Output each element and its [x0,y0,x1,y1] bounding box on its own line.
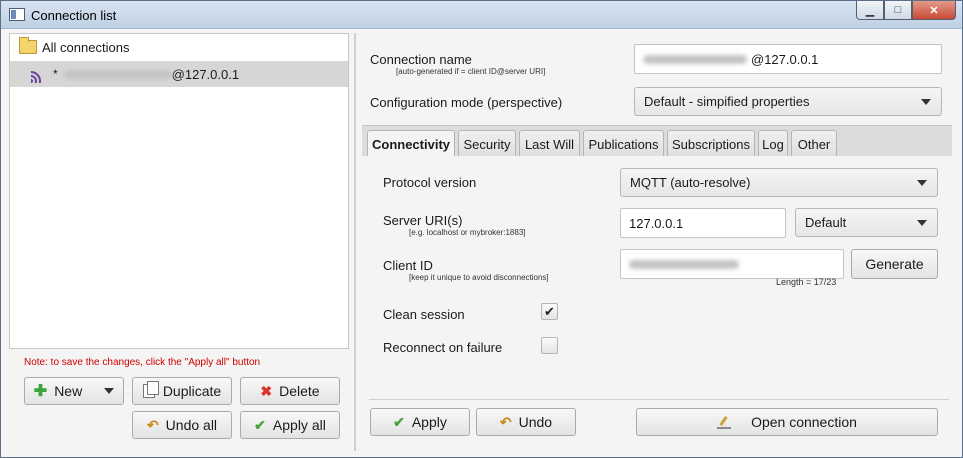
chevron-down-icon [917,180,927,186]
close-button[interactable]: ✕ [912,1,956,20]
plus-icon: ✚ [33,383,48,400]
new-button-label: New [54,383,83,399]
client-id-input[interactable] [620,249,844,279]
connection-name-hint: [auto-generated if = client ID@server UR… [396,67,546,76]
tree-item-all-connections[interactable]: All connections [10,34,348,60]
apply-all-button-label: Apply all [272,417,326,433]
maximize-button[interactable]: □ [884,1,912,20]
redacted-client-id [643,54,747,64]
apply-button[interactable]: ✔ Apply [370,408,470,436]
clean-session-checkbox[interactable]: ✔ [541,303,558,320]
delete-button[interactable]: ✖ Delete [240,377,340,405]
window-title: Connection list [31,8,117,23]
undo-button-label: Undo [518,414,553,430]
server-uri-label: Server URI(s) [383,213,463,228]
settings-tabs: Connectivity Security Last Will Publicat… [362,125,952,158]
configuration-mode-select[interactable]: Default - simpified properties [634,87,942,116]
check-icon: ✔ [254,416,266,433]
delete-icon: ✖ [260,382,273,399]
protocol-version-value: MQTT (auto-resolve) [630,175,751,190]
new-button[interactable]: ✚ New [24,377,124,405]
connection-details-panel: Connection name [auto-generated if = cli… [359,31,959,455]
client-id-length: Length = 17/23 [776,277,837,287]
protocol-version-label: Protocol version [383,175,477,190]
tab-connectivity[interactable]: Connectivity [367,130,455,158]
connection-name-field[interactable]: @127.0.0.1 [634,44,942,74]
panel-splitter[interactable] [354,33,356,451]
connectivity-tab-panel: Protocol version MQTT (auto-resolve) Ser… [362,156,952,402]
server-uri-input[interactable]: 127.0.0.1 [620,208,786,238]
duplicate-icon [142,381,159,398]
server-type-value: Default [805,215,847,230]
chevron-down-icon [917,220,927,226]
connection-signal-icon [30,65,48,83]
open-connection-button[interactable]: Open connection [636,408,938,436]
apply-button-label: Apply [411,414,447,430]
tree-item-connection-host: @127.0.0.1 [171,66,240,82]
redacted-client-id [63,69,172,79]
check-icon: ✔ [544,303,555,319]
minimize-button[interactable]: ▁ [856,1,884,20]
plug-icon [717,415,732,429]
connections-panel: All connections * @127.0.0.1 Note: to sa… [9,33,349,451]
tab-publications[interactable]: Publications [583,130,664,157]
connection-list-window: Connection list ▁ □ ✕ All connections * … [0,0,963,458]
server-uri-hint: [e.g. localhost or mybroker:1883] [409,228,526,237]
chevron-down-icon [104,388,115,394]
tab-log[interactable]: Log [758,130,788,157]
open-connection-button-label: Open connection [751,414,857,430]
duplicate-button[interactable]: Duplicate [132,377,232,405]
undo-icon: ↶ [499,413,512,430]
chevron-down-icon [921,99,931,105]
connection-name-value: @127.0.0.1 [751,51,819,67]
reconnect-on-failure-checkbox[interactable] [541,337,558,354]
folder-icon [19,37,37,54]
connection-modified-marker: * [53,67,58,81]
server-uri-value: 127.0.0.1 [629,215,684,231]
undo-button[interactable]: ↶ Undo [476,408,576,436]
client-id-label: Client ID [383,258,433,273]
protocol-version-select[interactable]: MQTT (auto-resolve) [620,168,938,197]
tree-item-connection[interactable]: * @127.0.0.1 [10,61,348,87]
app-window-icon [9,8,25,21]
configuration-mode-value: Default - simpified properties [644,94,810,109]
save-note: Note: to save the changes, click the "Ap… [24,357,261,368]
connection-tree[interactable]: All connections * @127.0.0.1 [9,33,349,349]
generate-button[interactable]: Generate [851,249,938,279]
server-type-select[interactable]: Default [795,208,938,237]
duplicate-button-label: Duplicate [162,383,222,399]
tab-last-will[interactable]: Last Will [519,130,580,157]
divider [369,399,949,400]
clean-session-label: Clean session [383,307,465,322]
tab-security[interactable]: Security [458,130,516,157]
check-icon: ✔ [393,413,405,430]
reconnect-on-failure-label: Reconnect on failure [383,340,503,355]
tab-other[interactable]: Other [791,130,837,157]
title-bar[interactable]: Connection list ▁ □ ✕ [1,1,962,29]
undo-icon: ↶ [146,416,159,433]
tree-item-label: All connections [42,39,130,55]
delete-button-label: Delete [279,383,320,399]
client-id-hint: [keep it unique to avoid disconnections] [409,273,549,282]
redacted-client-id [629,259,739,269]
apply-all-button[interactable]: ✔ Apply all [240,411,340,439]
undo-all-button[interactable]: ↶ Undo all [132,411,232,439]
configuration-mode-label: Configuration mode (perspective) [370,95,563,110]
connection-name-label: Connection name [370,52,472,67]
tab-subscriptions[interactable]: Subscriptions [667,130,755,157]
generate-button-label: Generate [865,256,924,272]
undo-all-button-label: Undo all [165,417,218,433]
